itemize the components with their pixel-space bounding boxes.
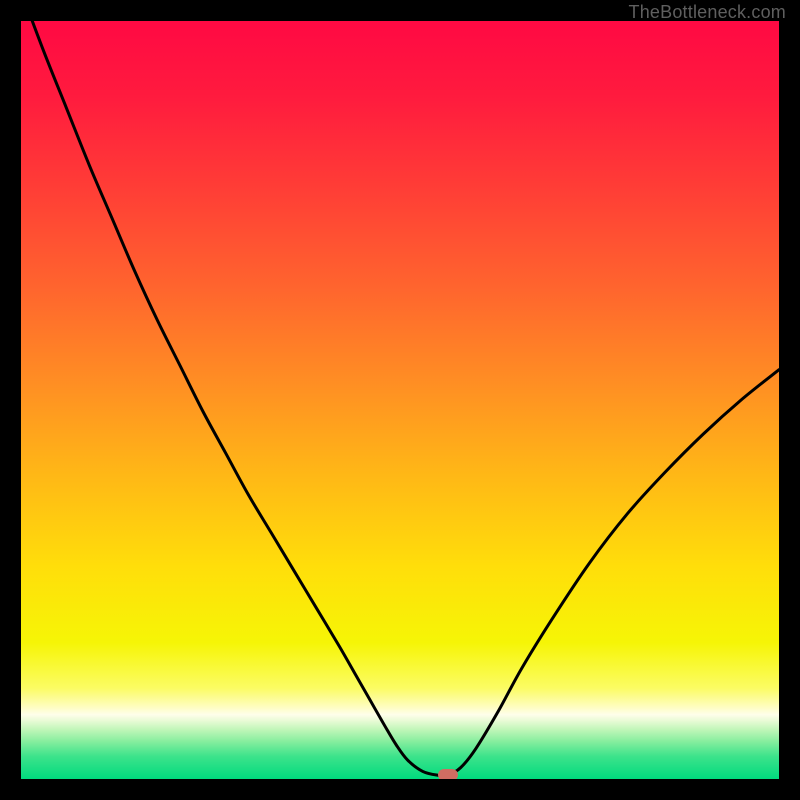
- plot-area: [21, 21, 779, 779]
- attribution-label: TheBottleneck.com: [629, 2, 786, 23]
- curve-layer: [21, 21, 779, 779]
- bottleneck-curve: [21, 21, 779, 776]
- minimum-marker: [438, 769, 458, 779]
- chart-frame: TheBottleneck.com: [0, 0, 800, 800]
